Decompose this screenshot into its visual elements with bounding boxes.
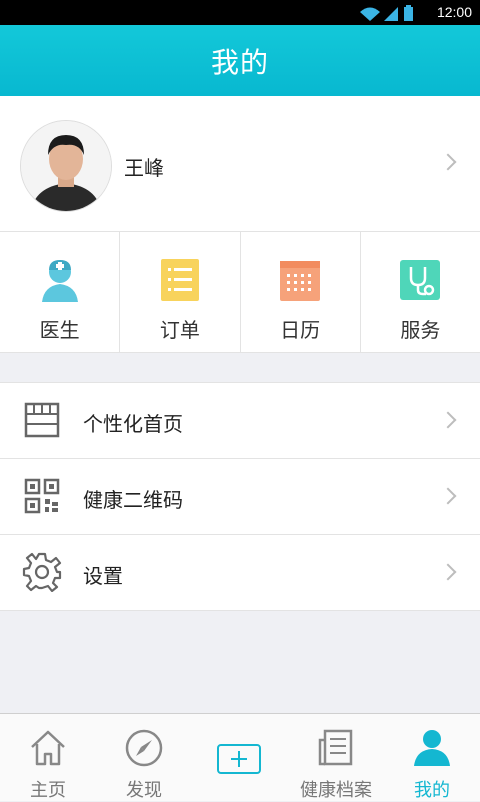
order-list-icon [160,259,199,301]
menu-item-label: 设置 [83,564,123,588]
plus-icon [231,751,247,767]
compass-icon [125,729,163,767]
menu-item-health-qr[interactable]: 健康二维码 [0,459,480,535]
settings-menu: 个性化首页 健康二维码 设置 [0,382,480,611]
tab-add[interactable] [192,714,288,801]
health-record-icon [318,729,353,766]
title-bar: 我的 [0,25,480,96]
tab-health-records[interactable]: 健康档案 [288,714,384,801]
chevron-right-icon [439,153,457,171]
signal-icon [384,7,398,21]
page-title: 我的 [210,45,269,79]
doctor-icon [41,260,78,302]
gear-icon [22,552,62,592]
custom-homepage-icon [24,402,60,438]
quick-action-order[interactable]: 订单 [120,232,241,352]
tab-label: 健康档案 [300,780,372,801]
quick-actions: 医生 订单 日历 服务 [0,232,480,353]
bottom-tab-bar: 主页 发现 健康档案 我的 [0,713,480,801]
tab-discover[interactable]: 发现 [96,714,192,801]
avatar [20,120,112,212]
status-bar: 12:00 [0,0,480,25]
chevron-right-icon [439,563,457,581]
quick-action-service[interactable]: 服务 [361,232,480,352]
add-button[interactable] [217,744,261,774]
quick-action-calendar[interactable]: 日历 [241,232,361,352]
menu-item-label: 个性化首页 [83,412,183,436]
menu-item-label: 健康二维码 [83,488,183,512]
tab-home[interactable]: 主页 [0,714,96,801]
menu-item-custom-homepage[interactable]: 个性化首页 [0,383,480,459]
chevron-right-icon [439,411,457,429]
menu-item-settings[interactable]: 设置 [0,535,480,610]
wifi-icon [360,7,380,21]
profile-row[interactable]: 王峰 [0,96,480,232]
quick-action-label: 日历 [280,318,321,342]
home-icon [31,730,65,766]
tab-label: 主页 [30,780,66,801]
quick-action-label: 订单 [159,318,200,342]
chevron-right-icon [439,487,457,505]
tab-label: 我的 [414,780,450,801]
quick-action-doctor[interactable]: 医生 [0,232,121,352]
battery-icon [404,7,413,21]
stethoscope-icon [400,260,441,300]
user-icon [414,730,450,766]
quick-action-label: 医生 [39,318,80,342]
status-time: 12:00 [436,4,472,20]
tab-label: 发现 [126,780,162,801]
calendar-icon [280,261,321,301]
status-icons [360,5,413,21]
user-name: 王峰 [124,156,164,180]
tab-me[interactable]: 我的 [384,714,480,801]
qr-code-icon [24,478,60,514]
quick-action-label: 服务 [400,318,441,342]
